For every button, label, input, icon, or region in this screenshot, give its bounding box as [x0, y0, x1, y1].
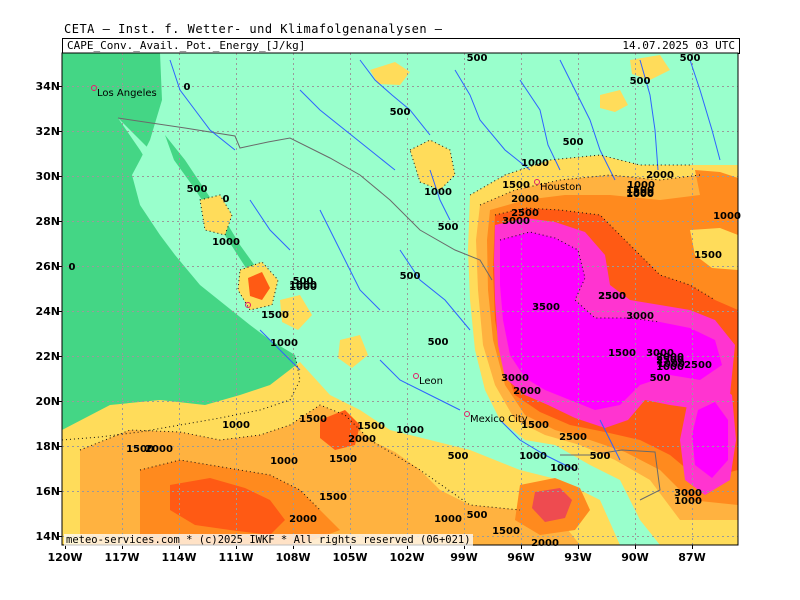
contour-label: 3500 — [532, 302, 560, 313]
contour-label: 500 — [563, 137, 584, 148]
contour-label: 1000 — [270, 338, 298, 349]
lon-label: 117W — [104, 551, 140, 564]
contour-label: 500 — [187, 184, 208, 195]
contour-label: 500 — [448, 451, 469, 462]
cape-map: Los Angeles Houston Leon Mexico City 0 5… — [58, 52, 741, 549]
lon-label: 102W — [389, 551, 425, 564]
contour-label: 500 — [438, 222, 459, 233]
lon-label: 96W — [507, 551, 535, 564]
lon-label: 87W — [678, 551, 706, 564]
copyright-footer: meteo-services.com * (c)2025 IWKF * All … — [64, 534, 473, 546]
contour-label: 2000 — [511, 194, 539, 205]
contour-label: 2500 — [684, 360, 712, 371]
contour-label: 1000 — [657, 359, 685, 370]
city-label-los-angeles: Los Angeles — [97, 88, 157, 99]
contour-label: 1500 — [502, 180, 530, 191]
contour-label: 1000 — [212, 237, 240, 248]
contour-label: 1000 — [674, 496, 702, 507]
contour-label: 1000 — [270, 456, 298, 467]
contour-label: 2500 — [598, 291, 626, 302]
contour-label: 500 — [428, 337, 449, 348]
contour-label: 3000 — [502, 216, 530, 227]
contour-label: 1000 — [521, 158, 549, 169]
contour-label: 1000 — [222, 420, 250, 431]
contour-label: 2000 — [513, 386, 541, 397]
contour-label: 1000 — [434, 514, 462, 525]
contour-label: 2000 — [531, 538, 559, 549]
contour-label: 2000 — [289, 514, 317, 525]
lat-label: 28N — [35, 215, 60, 228]
contour-label: 1000 — [550, 463, 578, 474]
contour-label: 500 — [650, 373, 671, 384]
contour-label: 0 — [69, 262, 76, 273]
contour-label: 1500 — [299, 414, 327, 425]
lat-label: 18N — [35, 440, 60, 453]
lon-label: 111W — [218, 551, 254, 564]
contour-label: 1500 — [608, 348, 636, 359]
contour-label: 500 — [590, 451, 611, 462]
contour-label: 3000 — [626, 311, 654, 322]
contour-label: 1500 — [694, 250, 722, 261]
lat-label: 24N — [35, 305, 60, 318]
contour-label: 2500 — [559, 432, 587, 443]
lon-label: 90W — [621, 551, 649, 564]
city-label-mexico-city: Mexico City — [470, 414, 528, 425]
contour-label: 1500 — [521, 420, 549, 431]
lon-label: 108W — [275, 551, 311, 564]
lon-label: 93W — [564, 551, 592, 564]
contour-label: 1500 — [357, 421, 385, 432]
contour-label: 500 — [630, 76, 651, 87]
contour-label: 1000 — [396, 425, 424, 436]
contour-label: 3000 — [501, 373, 529, 384]
contour-label: 1000 — [424, 187, 452, 198]
contour-label: 1000 — [713, 211, 741, 222]
contour-label: 0 — [184, 82, 191, 93]
lon-label: 120W — [47, 551, 83, 564]
contour-label: 1000 — [289, 282, 317, 293]
contour-label: 1500 — [626, 185, 654, 196]
contour-label: 500 — [390, 107, 411, 118]
contour-label: 0 — [223, 194, 230, 205]
lat-label: 22N — [35, 350, 60, 363]
contour-label: 1500 — [261, 310, 289, 321]
city-label-leon: Leon — [419, 376, 443, 387]
lat-label: 14N — [35, 530, 60, 543]
contour-label: 500 — [467, 510, 488, 521]
lon-label: 105W — [332, 551, 368, 564]
lon-label: 99W — [450, 551, 478, 564]
contour-label: 1500 — [492, 526, 520, 537]
contour-label: 1500 — [329, 454, 357, 465]
lat-label: 32N — [35, 125, 60, 138]
lat-label: 34N — [35, 80, 60, 93]
contour-label: 500 — [680, 53, 701, 64]
contour-label: 2000 — [348, 434, 376, 445]
lat-label: 16N — [35, 485, 60, 498]
contour-label: 2000 — [145, 444, 173, 455]
contour-label: 500 — [467, 53, 488, 64]
contour-label: 1500 — [319, 492, 347, 503]
lat-label: 20N — [35, 395, 60, 408]
lat-label: 30N — [35, 170, 60, 183]
lat-label: 26N — [35, 260, 60, 273]
lon-label: 114W — [161, 551, 197, 564]
contour-label: 2000 — [646, 170, 674, 181]
contour-label: 1000 — [519, 451, 547, 462]
contour-label: 500 — [400, 271, 421, 282]
city-label-houston: Houston — [540, 182, 582, 193]
